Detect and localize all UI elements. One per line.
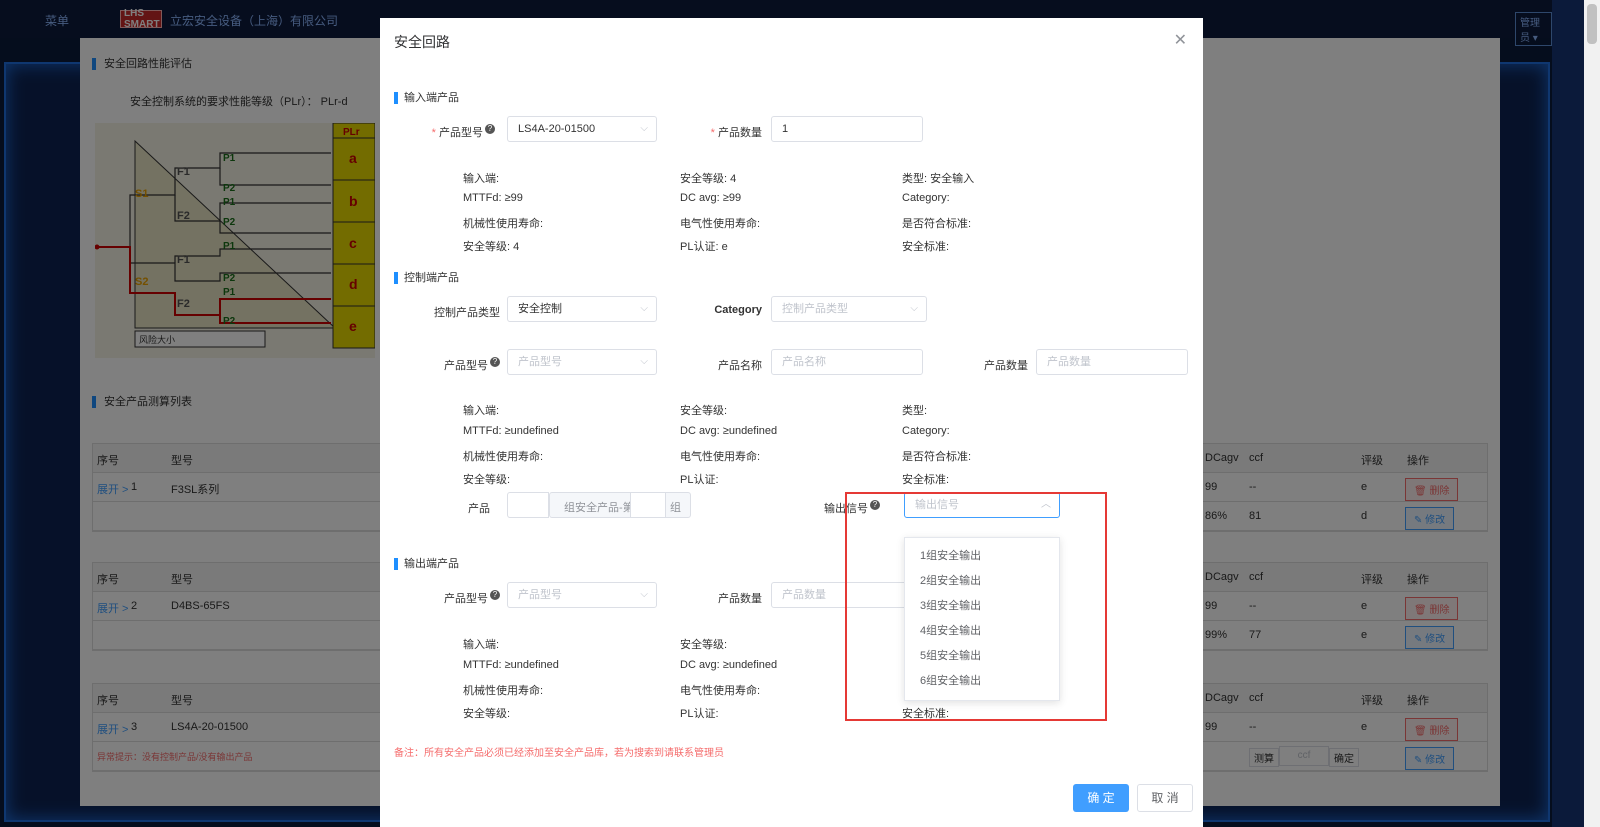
- chevron-down-icon: ⌵: [640, 356, 648, 367]
- ctrl-model-label: 产品型号?: [420, 357, 500, 373]
- chevron-down-icon: ⌵: [910, 303, 918, 314]
- ctrl-model-select[interactable]: 产品型号 ⌵: [507, 349, 657, 375]
- info-text: DC avg: ≥99: [680, 192, 742, 204]
- section-input-products: 输入端产品: [394, 92, 459, 104]
- info-text: 安全标准:: [902, 474, 950, 486]
- info-text: 机械性使用寿命:: [463, 685, 544, 697]
- ctrl-type-select[interactable]: 安全控制 ⌵: [507, 296, 657, 322]
- info-text: PL认证: e: [680, 241, 728, 253]
- out-model-placeholder: 产品型号: [518, 589, 562, 601]
- highlight-box: [845, 492, 1107, 721]
- ctrl-name-placeholder: 产品名称: [782, 356, 826, 368]
- note-text: 备注：所有安全产品必须已经添加至安全产品库，若为搜索到请联系管理员: [394, 748, 724, 759]
- out-model-label: 产品型号?: [420, 590, 500, 606]
- out-qty-label: 产品数量: [718, 593, 762, 605]
- group-end-text: 组: [670, 502, 681, 514]
- info-text: Category:: [902, 425, 950, 437]
- info-text: Category:: [902, 192, 950, 204]
- dialog-title: 安全回路: [394, 34, 450, 50]
- category-select[interactable]: 控制产品类型 ⌵: [771, 296, 927, 322]
- input-qty-field[interactable]: 1: [771, 116, 923, 142]
- input-model-select[interactable]: LS4A-20-01500 ⌵: [507, 116, 657, 142]
- info-text: DC avg: ≥undefined: [680, 425, 778, 437]
- info-text: 电气性使用寿命:: [680, 218, 761, 230]
- info-text: MTTFd: ≥undefined: [463, 425, 559, 437]
- info-text: 安全等级: 4: [680, 173, 737, 185]
- product-group-label: 产品: [468, 503, 490, 515]
- group-index-input[interactable]: [630, 493, 666, 517]
- ok-button[interactable]: 确 定: [1073, 784, 1129, 812]
- info-text: 是否符合标准:: [902, 218, 972, 230]
- ctrl-type-label: 控制产品类型: [434, 307, 500, 319]
- info-text: PL认证:: [680, 474, 719, 486]
- help-icon[interactable]: ?: [490, 357, 500, 367]
- input-qty-label-text: 产品数量: [718, 127, 762, 139]
- chevron-down-icon: ⌵: [640, 303, 648, 314]
- category-label: Category: [714, 304, 762, 316]
- info-text: 类型:: [902, 405, 928, 417]
- info-text: MTTFd: ≥99: [463, 192, 523, 204]
- info-text: 电气性使用寿命:: [680, 451, 761, 463]
- info-text: PL认证:: [680, 708, 719, 720]
- out-model-select[interactable]: 产品型号 ⌵: [507, 582, 657, 608]
- ctrl-qty-placeholder: 产品数量: [1047, 356, 1091, 368]
- input-model-label: * 产品型号?: [420, 124, 495, 140]
- info-text: MTTFd: ≥undefined: [463, 659, 559, 671]
- input-model-label-text: 产品型号: [439, 127, 483, 139]
- info-text: 安全等级: 4: [463, 241, 520, 253]
- ctrl-model-label-text: 产品型号: [444, 360, 488, 372]
- info-text: 是否符合标准:: [902, 451, 972, 463]
- group-mid-text: 组安全产品-第: [564, 502, 634, 514]
- info-text: 安全标准:: [902, 241, 950, 253]
- ctrl-name-label: 产品名称: [718, 360, 762, 372]
- scrollbar[interactable]: [1584, 0, 1600, 827]
- ctrl-name-field[interactable]: 产品名称: [771, 349, 923, 375]
- input-qty-label: * 产品数量: [710, 127, 762, 139]
- info-text: DC avg: ≥undefined: [680, 659, 778, 671]
- ctrl-type-value: 安全控制: [518, 303, 562, 315]
- out-qty-placeholder: 产品数量: [782, 589, 826, 601]
- info-text: 安全等级:: [463, 708, 511, 720]
- info-text: 安全等级:: [463, 474, 511, 486]
- info-text: 输入端:: [463, 405, 500, 417]
- info-text: 电气性使用寿命:: [680, 685, 761, 697]
- category-placeholder: 控制产品类型: [782, 303, 848, 315]
- input-model-value: LS4A-20-01500: [518, 123, 596, 135]
- section-control-products: 控制端产品: [394, 272, 459, 284]
- group-count-input[interactable]: [507, 492, 549, 518]
- ctrl-qty-field[interactable]: 产品数量: [1036, 349, 1188, 375]
- help-icon[interactable]: ?: [485, 124, 495, 134]
- info-text: 输入端:: [463, 173, 500, 185]
- chevron-down-icon: ⌵: [640, 123, 648, 134]
- ctrl-qty-label: 产品数量: [984, 360, 1028, 372]
- info-text: 类型: 安全输入: [902, 173, 975, 185]
- out-model-label-text: 产品型号: [444, 593, 488, 605]
- section-output-products: 输出端产品: [394, 558, 459, 570]
- help-icon[interactable]: ?: [490, 590, 500, 600]
- info-text: 机械性使用寿命:: [463, 451, 544, 463]
- close-icon[interactable]: ✕: [1174, 30, 1187, 50]
- info-text: 安全等级:: [680, 639, 728, 651]
- cancel-button[interactable]: 取 消: [1137, 784, 1193, 812]
- info-text: 输入端:: [463, 639, 500, 651]
- info-text: 机械性使用寿命:: [463, 218, 544, 230]
- group-addon: 组安全产品-第 组: [549, 492, 691, 518]
- ctrl-model-placeholder: 产品型号: [518, 356, 562, 368]
- chevron-down-icon: ⌵: [640, 589, 648, 600]
- info-text: 安全等级:: [680, 405, 728, 417]
- scrollbar-thumb[interactable]: [1587, 4, 1597, 44]
